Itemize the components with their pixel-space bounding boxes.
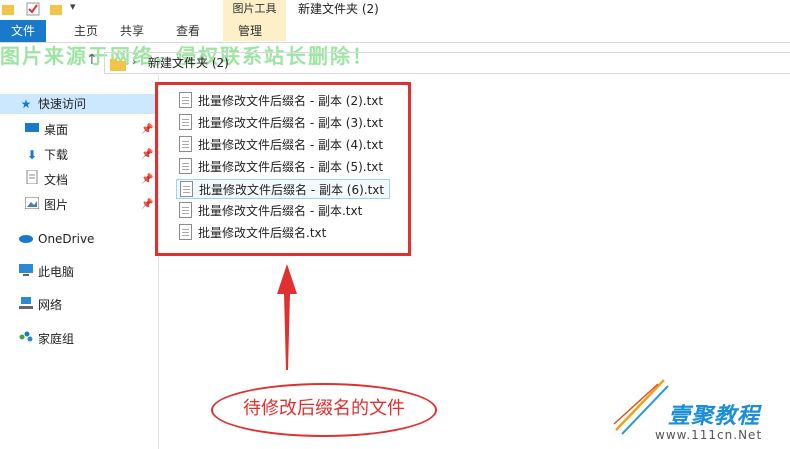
sidebar-item-homegroup[interactable]: 家庭组 <box>18 329 74 349</box>
sidebar-item-label: 桌面 <box>44 123 69 137</box>
sidebar-item-label: 快速访问 <box>38 97 87 111</box>
breadcrumb-chevron-icon[interactable]: › <box>132 55 136 68</box>
sidebar-item-onedrive[interactable]: OneDrive <box>18 229 94 249</box>
tab-home[interactable]: 主页 <box>66 20 106 42</box>
sidebar-item-network[interactable]: 网络 <box>18 295 62 315</box>
logo-name: 壹聚教程 <box>668 404 761 429</box>
window-title: 新建文件夹 (2) <box>298 2 379 16</box>
sidebar-item-desktop[interactable]: 桌面 <box>24 120 68 140</box>
up-arrow-icon[interactable]: ↑ <box>86 52 98 68</box>
context-tab-label: 图片工具 <box>232 2 277 15</box>
document-icon <box>24 169 40 190</box>
new-folder-icon[interactable] <box>50 1 62 15</box>
folder-icon <box>110 56 126 75</box>
sidebar-item-label: 此电脑 <box>38 265 75 279</box>
tab-share[interactable]: 共享 <box>112 20 152 42</box>
download-icon: ⬇ <box>26 148 38 162</box>
quick-access-dropdown-icon[interactable]: ▾ <box>70 0 76 13</box>
folder-icon[interactable] <box>2 1 14 15</box>
breadcrumb[interactable]: 新建文件夹 (2) <box>148 54 229 72</box>
tab-file[interactable]: 文件 <box>0 20 46 42</box>
pin-icon[interactable]: 📌 <box>141 174 153 185</box>
sidebar-item-this-pc[interactable]: 此电脑 <box>18 262 74 282</box>
sidebar-item-documents[interactable]: 文档 <box>24 169 69 190</box>
tab-manage[interactable]: 管理 <box>230 20 270 42</box>
pin-icon[interactable]: 📌 <box>141 149 153 160</box>
pin-icon[interactable]: 📌 <box>141 199 153 210</box>
desktop-icon <box>24 120 40 140</box>
pin-icon[interactable]: 📌 <box>141 124 153 135</box>
logo-url: www.111cn.Net <box>655 428 763 442</box>
sidebar-item-label: 下载 <box>44 148 69 162</box>
sidebar-item-label: OneDrive <box>38 232 95 246</box>
cloud-icon <box>18 229 34 249</box>
homegroup-icon <box>18 329 34 349</box>
properties-icon[interactable] <box>26 1 40 16</box>
title-bar <box>0 0 790 20</box>
highlight-box <box>155 82 411 256</box>
computer-icon <box>18 262 34 282</box>
sidebar-item-quick-access[interactable]: ★ 快速访问 <box>0 94 158 114</box>
tab-view[interactable]: 查看 <box>168 20 208 42</box>
star-icon: ★ <box>20 97 32 111</box>
network-icon <box>18 295 34 315</box>
sidebar-item-label: 家庭组 <box>38 332 75 346</box>
picture-icon <box>24 195 40 215</box>
sidebar-item-pictures[interactable]: 图片 <box>24 195 68 215</box>
sidebar-item-label: 文档 <box>44 173 69 187</box>
up-arrow-annotation-icon <box>275 262 299 376</box>
sidebar-item-label: 图片 <box>44 198 69 212</box>
sidebar-item-label: 网络 <box>38 298 63 312</box>
annotation-label: 待修改后缀名的文件 <box>243 398 405 419</box>
sidebar-item-downloads[interactable]: ⬇ 下载 <box>24 145 68 165</box>
